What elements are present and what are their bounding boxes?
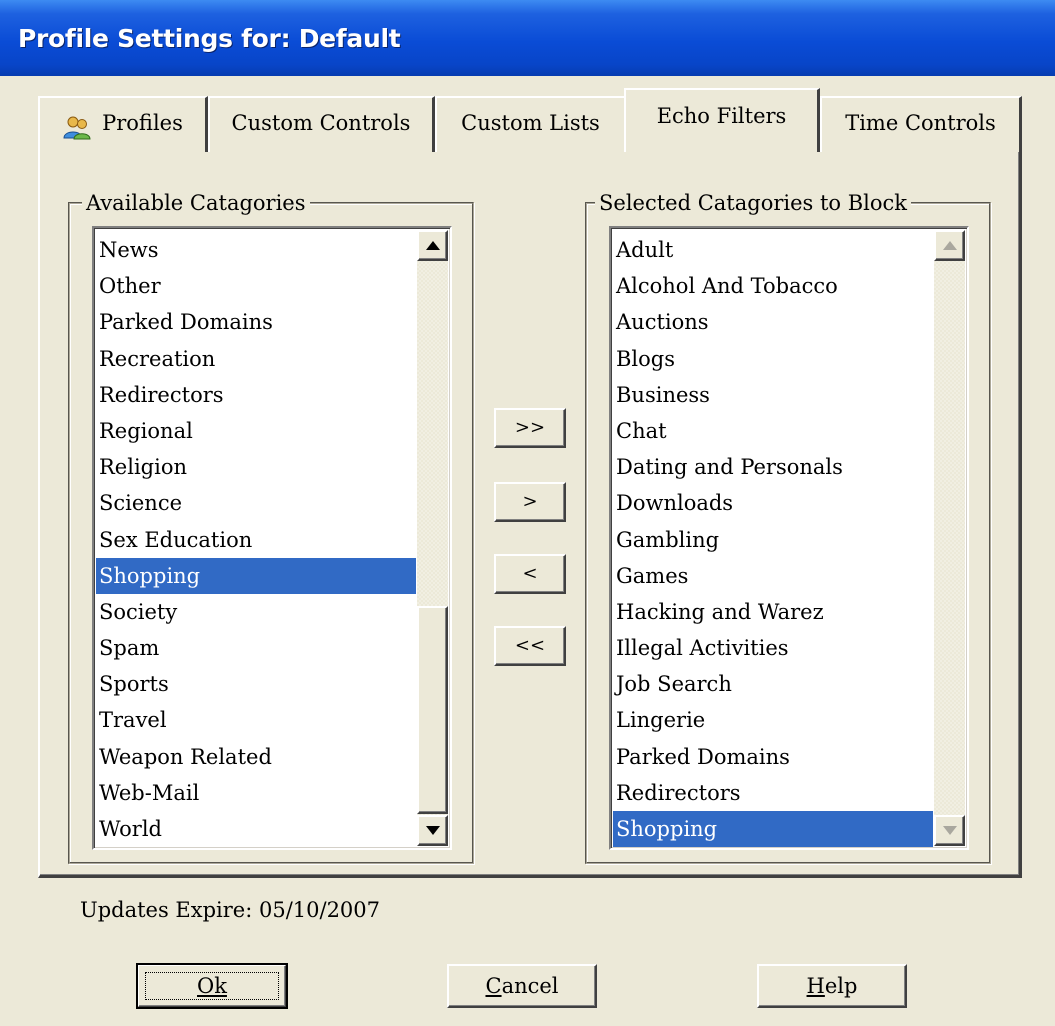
scroll-up-button[interactable] xyxy=(417,230,448,261)
list-item[interactable]: Other xyxy=(96,268,416,304)
list-item[interactable]: News xyxy=(96,232,416,268)
tab-custom-lists[interactable]: Custom Lists xyxy=(435,96,627,152)
list-item[interactable]: Science xyxy=(96,485,416,521)
list-item[interactable]: Sports xyxy=(96,666,416,702)
cancel-label: Cancel xyxy=(485,974,559,998)
list-item[interactable]: Sex Education xyxy=(96,522,416,558)
remove-button[interactable]: < xyxy=(494,554,566,594)
list-item[interactable]: Parked Domains xyxy=(96,304,416,340)
scroll-thumb[interactable] xyxy=(417,606,448,814)
list-item[interactable]: Hacking and Warez xyxy=(613,594,933,630)
arrow-down-icon xyxy=(425,826,440,835)
list-item[interactable]: Society xyxy=(96,594,416,630)
list-item[interactable]: Redirectors xyxy=(613,775,933,811)
add-all-button[interactable]: >> xyxy=(494,408,566,448)
list-item[interactable]: Illegal Activities xyxy=(613,630,933,666)
tab-label: Echo Filters xyxy=(656,104,787,128)
list-item[interactable]: Dating and Personals xyxy=(613,449,933,485)
users-icon xyxy=(62,109,92,139)
list-item[interactable]: Games xyxy=(613,558,933,594)
list-item[interactable]: Regional xyxy=(96,413,416,449)
tab-label: Profiles xyxy=(102,111,183,135)
list-item[interactable]: Adult xyxy=(613,232,933,268)
add-button[interactable]: > xyxy=(494,482,566,522)
scroll-up-button[interactable] xyxy=(934,230,965,261)
list-item[interactable]: Chat xyxy=(613,413,933,449)
list-item[interactable]: World xyxy=(96,811,416,847)
list-item[interactable]: Religion xyxy=(96,449,416,485)
arrow-down-icon xyxy=(942,826,957,835)
list-item[interactable]: Blogs xyxy=(613,341,933,377)
list-item[interactable]: Alcohol And Tobacco xyxy=(613,268,933,304)
blocked-categories-label: Selected Catagories to Block xyxy=(595,190,912,216)
list-item[interactable]: Gambling xyxy=(613,522,933,558)
list-item[interactable]: Shopping xyxy=(613,811,933,848)
tab-echo-filters[interactable]: Echo Filters xyxy=(624,88,820,152)
tab-time-controls[interactable]: Time Controls xyxy=(820,96,1022,152)
list-item[interactable]: Auctions xyxy=(613,304,933,340)
list-item[interactable]: Recreation xyxy=(96,341,416,377)
help-button[interactable]: Help xyxy=(757,964,907,1008)
list-item[interactable]: Spam xyxy=(96,630,416,666)
list-item[interactable]: Job Search xyxy=(613,666,933,702)
tab-label: Custom Controls xyxy=(231,111,411,135)
scroll-down-button[interactable] xyxy=(417,815,448,846)
help-label: Help xyxy=(806,974,858,998)
tab-label: Custom Lists xyxy=(461,111,600,135)
list-item[interactable]: Lingerie xyxy=(613,702,933,738)
arrow-up-icon xyxy=(942,241,957,250)
ok-button[interactable]: Ok xyxy=(136,963,288,1009)
available-categories-label: Available Catagories xyxy=(82,190,310,216)
arrow-up-icon xyxy=(425,241,440,250)
scroll-down-button[interactable] xyxy=(934,815,965,846)
list-item[interactable]: Shopping xyxy=(96,557,416,594)
list-item[interactable]: Parked Domains xyxy=(613,739,933,775)
tab-custom-controls[interactable]: Custom Controls xyxy=(208,96,435,152)
available-categories-list[interactable]: News Other Parked Domains Recreation Redirec… xyxy=(92,226,452,850)
window-title: Profile Settings for: Default xyxy=(0,0,1055,76)
list-item[interactable]: Weapon Related xyxy=(96,739,416,775)
list-item[interactable]: Business xyxy=(613,377,933,413)
blocked-scrollbar[interactable] xyxy=(934,230,965,846)
remove-all-button[interactable]: << xyxy=(494,626,566,666)
cancel-button[interactable]: Cancel xyxy=(447,964,597,1008)
available-scrollbar[interactable] xyxy=(417,230,448,846)
updates-expire-text: Updates Expire: 05/10/2007 xyxy=(80,898,381,922)
list-item[interactable]: Redirectors xyxy=(96,377,416,413)
focus-rect xyxy=(145,972,279,1000)
tab-label: Time Controls xyxy=(845,111,996,135)
tab-profiles[interactable]: Profiles xyxy=(38,96,208,152)
list-item[interactable]: Travel xyxy=(96,702,416,738)
list-item[interactable]: Downloads xyxy=(613,485,933,521)
blocked-categories-list[interactable]: Adult Alcohol And Tobacco Auctions Blogs Bus… xyxy=(609,226,969,850)
list-item[interactable]: Web-Mail xyxy=(96,775,416,811)
